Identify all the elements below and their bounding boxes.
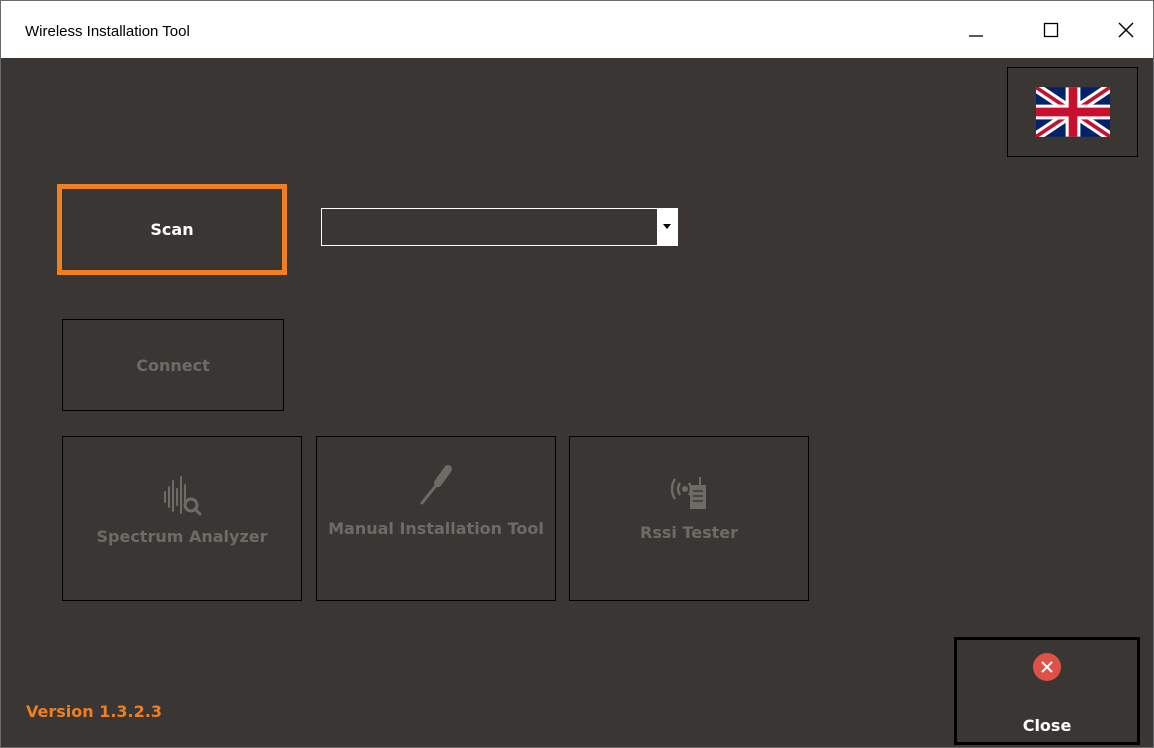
close-button-label: Close — [1022, 716, 1072, 735]
manual-installation-tool-button[interactable]: Manual Installation Tool — [316, 436, 556, 601]
close-circle-icon — [1033, 653, 1061, 681]
close-button[interactable]: Close — [954, 637, 1140, 745]
rssi-tester-icon — [670, 477, 706, 509]
language-button[interactable] — [1007, 67, 1138, 157]
close-icon — [1118, 22, 1134, 37]
maximize-button[interactable] — [1023, 1, 1079, 58]
rssi-tester-button[interactable]: Rssi Tester — [569, 436, 809, 601]
manual-installation-tool-label: Manual Installation Tool — [328, 519, 544, 538]
spectrum-analyzer-label: Spectrum Analyzer — [96, 527, 268, 546]
maximize-icon — [1043, 22, 1059, 37]
app-window: Wireless Installation Tool Scan Connect … — [0, 0, 1154, 748]
scan-button[interactable]: Scan — [57, 184, 287, 275]
device-select[interactable] — [321, 208, 678, 246]
scan-button-label: Scan — [150, 220, 194, 239]
rssi-tester-label: Rssi Tester — [640, 523, 738, 542]
connect-button-label: Connect — [136, 355, 210, 375]
device-select-dropdown-button[interactable] — [657, 209, 677, 245]
version-label: Version 1.3.2.3 — [26, 702, 162, 721]
uk-flag-icon — [1035, 87, 1110, 137]
connect-button[interactable]: Connect — [62, 319, 284, 411]
minimize-button[interactable] — [948, 1, 1004, 58]
spectrum-analyzer-icon — [164, 476, 202, 516]
spectrum-analyzer-button[interactable]: Spectrum Analyzer — [62, 436, 302, 601]
title-bar: Wireless Installation Tool — [1, 1, 1153, 58]
window-close-button[interactable] — [1098, 1, 1154, 58]
screwdriver-icon — [420, 465, 452, 505]
minimize-icon — [969, 34, 983, 37]
chevron-down-icon — [663, 224, 671, 229]
window-title: Wireless Installation Tool — [25, 23, 190, 40]
